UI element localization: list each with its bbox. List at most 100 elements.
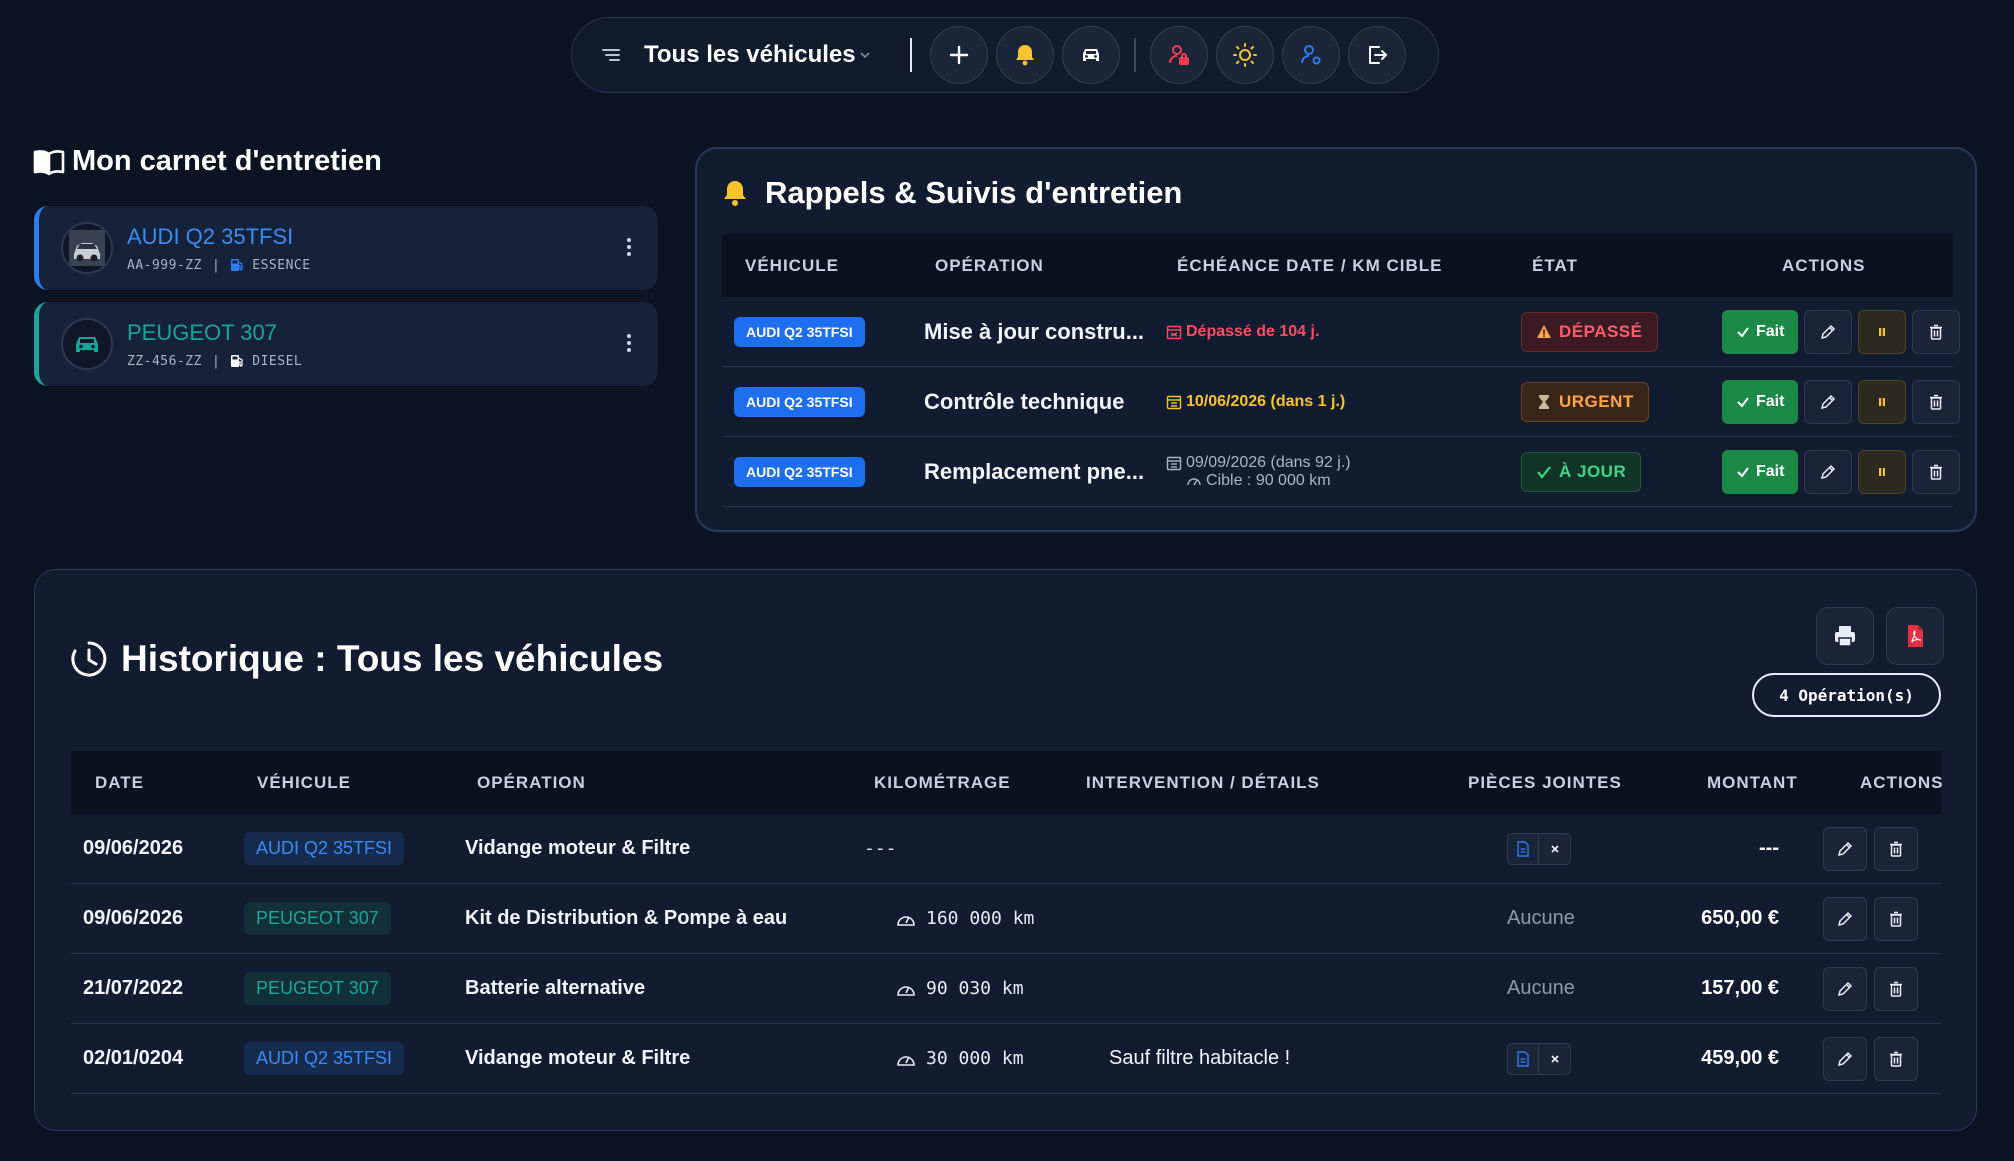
trash-icon	[1890, 841, 1902, 857]
delete-button[interactable]	[1912, 309, 1961, 354]
vehicle-name: PEUGEOT 307	[127, 319, 277, 345]
calendar-icon	[1166, 325, 1182, 339]
check-icon	[1737, 396, 1749, 408]
pdf-icon	[1908, 625, 1923, 647]
export-pdf-button[interactable]	[1886, 607, 1944, 665]
trash-icon	[1930, 324, 1943, 340]
carnet-title: Mon carnet d'entretien	[72, 145, 382, 177]
delete-button[interactable]	[1874, 826, 1918, 871]
col-actions: ACTIONS	[1860, 772, 1944, 792]
user-settings-button[interactable]	[1281, 26, 1340, 84]
row-amount: 157,00 €	[1701, 977, 1779, 999]
edit-button[interactable]	[1823, 826, 1867, 871]
edit-button[interactable]	[1804, 379, 1853, 424]
pause-button[interactable]	[1858, 379, 1907, 424]
check-icon	[1737, 326, 1749, 338]
rappels-panel: Rappels & Suivis d'entretien VÉHICULE OP…	[695, 147, 1977, 532]
check-icon	[1737, 466, 1749, 478]
delete-button[interactable]	[1874, 896, 1918, 941]
open-attachment-button[interactable]	[1507, 832, 1539, 865]
row-amount: ---	[1759, 837, 1779, 859]
edit-button[interactable]	[1823, 1036, 1867, 1081]
mark-done-button[interactable]: Fait	[1722, 379, 1799, 424]
col-vehicle: VÉHICULE	[745, 255, 839, 275]
hourglass-icon	[1539, 394, 1549, 409]
status-badge: DÉPASSÉ	[1521, 311, 1658, 352]
fuel-pump-icon	[231, 355, 243, 367]
delete-button[interactable]	[1874, 1036, 1918, 1081]
remove-attachment-button[interactable]	[1539, 1042, 1571, 1075]
vehicle-card-peugeot[interactable]: PEUGEOT 307 ZZ-456-ZZ | DIESEL	[34, 302, 658, 386]
reminder-operation: Mise à jour constru...	[924, 318, 1145, 344]
theme-toggle-button[interactable]	[1215, 26, 1274, 84]
status-badge: À JOUR	[1521, 451, 1642, 492]
close-icon	[1550, 1054, 1559, 1063]
remove-attachment-button[interactable]	[1539, 832, 1571, 865]
row-attachments: Aucune	[1507, 907, 1575, 929]
user-gear-icon	[1300, 45, 1321, 65]
attachment-group	[1507, 1042, 1571, 1075]
delete-button[interactable]	[1874, 966, 1918, 1011]
edit-button[interactable]	[1823, 966, 1867, 1011]
chevron-down-icon[interactable]	[858, 48, 872, 62]
reminder-row: AUDI Q2 35TFSI Contrôle technique 10/06/…	[722, 367, 1961, 437]
vehicle-tag: PEUGEOT 307	[244, 972, 391, 1005]
col-date: DATE	[95, 772, 145, 792]
trash-icon	[1890, 1051, 1902, 1067]
delete-button[interactable]	[1912, 449, 1961, 494]
toolbar-divider	[1133, 38, 1136, 72]
warning-icon	[1537, 324, 1551, 338]
kebab-menu-icon[interactable]	[626, 236, 632, 258]
vehicle-selector[interactable]: Tous les véhicules	[644, 41, 856, 69]
edit-button[interactable]	[1823, 896, 1867, 941]
trash-icon	[1890, 911, 1902, 927]
book-icon	[33, 149, 65, 175]
pause-icon	[1879, 327, 1886, 336]
menu-icon[interactable]	[600, 44, 622, 66]
kebab-menu-icon[interactable]	[626, 332, 632, 354]
edit-button[interactable]	[1804, 449, 1853, 494]
row-date: 21/07/2022	[83, 977, 184, 999]
vehicle-fuel: ESSENCE	[252, 257, 311, 273]
edit-button[interactable]	[1804, 309, 1853, 354]
printer-icon	[1835, 626, 1855, 647]
vehicle-card-audi[interactable]: AUDI Q2 35TFSI AA-999-ZZ | ESSENCE	[34, 206, 658, 290]
col-details: INTERVENTION / DÉTAILS	[1086, 772, 1320, 792]
add-button[interactable]	[929, 26, 988, 84]
open-attachment-button[interactable]	[1507, 1042, 1539, 1075]
delete-button[interactable]	[1912, 379, 1961, 424]
vehicle-plate: ZZ-456-ZZ	[127, 353, 202, 369]
speedometer-icon	[1187, 477, 1201, 485]
history-clock-icon	[71, 641, 107, 677]
due-text: 10/06/2026 (dans 1 j.)	[1186, 392, 1346, 410]
speedometer-icon	[897, 985, 915, 996]
pencil-icon	[1821, 394, 1836, 409]
row-date: 09/06/2026	[83, 837, 184, 859]
mark-done-button[interactable]: Fait	[1722, 309, 1799, 354]
pause-icon	[1879, 397, 1886, 406]
vehicle-name: AUDI Q2 35TFSI	[127, 223, 294, 249]
vehicle-photo	[61, 318, 113, 370]
vehicles-button[interactable]	[1061, 26, 1120, 84]
mark-done-button[interactable]: Fait	[1722, 449, 1799, 494]
pause-button[interactable]	[1858, 309, 1907, 354]
row-km: ---	[864, 838, 897, 859]
rappels-title: Rappels & Suivis d'entretien	[765, 175, 1183, 210]
col-state: ÉTAT	[1532, 255, 1578, 275]
logout-button[interactable]	[1347, 26, 1406, 84]
row-details: Sauf filtre habitacle !	[1109, 1047, 1291, 1069]
vehicle-tag: AUDI Q2 35TFSI	[244, 832, 405, 865]
meta-separator: |	[211, 353, 221, 369]
print-button[interactable]	[1816, 607, 1874, 665]
user-lock-icon	[1168, 45, 1189, 65]
pencil-icon	[1837, 841, 1853, 856]
pencil-icon	[1821, 324, 1836, 339]
notifications-button[interactable]	[995, 26, 1054, 84]
pause-button[interactable]	[1858, 449, 1907, 494]
pencil-icon	[1821, 464, 1836, 479]
user-lock-button[interactable]	[1149, 26, 1208, 84]
table-row: 02/01/0204 AUDI Q2 35TFSI Vidange moteur…	[71, 1024, 1941, 1094]
row-operation: Batterie alternative	[465, 977, 646, 999]
col-km: KILOMÉTRAGE	[874, 772, 1011, 792]
speedometer-icon	[897, 1055, 915, 1066]
